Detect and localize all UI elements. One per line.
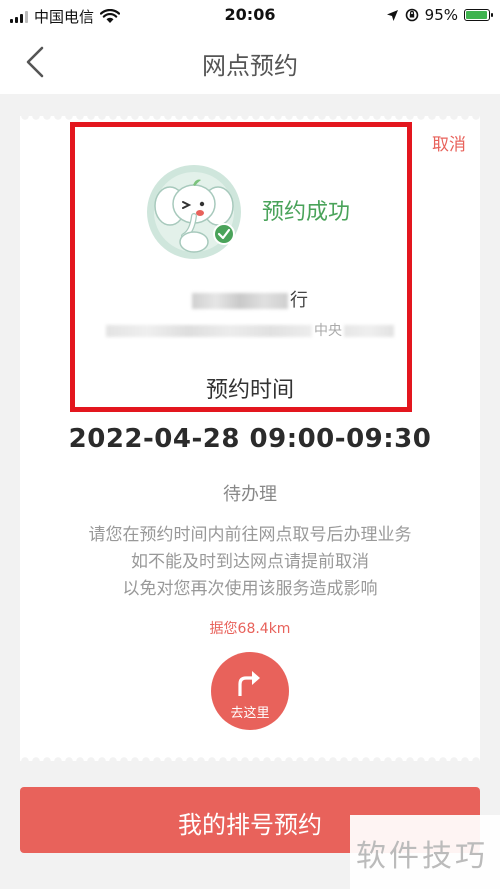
nav-header: 网点预约 [0, 30, 500, 94]
blurred-text [192, 293, 288, 309]
navigate-button-label: 去这里 [230, 706, 270, 721]
appointment-time-label: 预约时间 [205, 378, 294, 403]
location-arrow-icon [386, 9, 398, 21]
blurred-text [106, 325, 312, 337]
notice-line: 如不能及时到达网点请提前取消 [131, 552, 369, 572]
turn-right-arrow-icon [238, 671, 260, 696]
blurred-text [344, 325, 394, 337]
elephant-mascot-icon [147, 165, 241, 259]
appointment-card: 取消 预约成功 行 中央 预约时间 2022-04-28 09:00-09:30… [20, 112, 480, 765]
status-text: 待办理 [223, 484, 277, 505]
branch-name: 行 [20, 286, 480, 312]
success-text: 预约成功 [262, 200, 351, 225]
distance-text: 据您68.4km [209, 621, 291, 637]
status-bar-right: 95% [386, 6, 493, 24]
notice-text: 请您在预约时间内前往网点取号后办理业务 如不能及时到达网点请提前取消 以免对您再… [20, 522, 480, 603]
battery-percent: 95% [424, 6, 458, 24]
watermark: 软件技巧 [350, 815, 500, 889]
cancel-button[interactable]: 取消 [432, 130, 466, 155]
branch-name-suffix: 行 [290, 290, 308, 311]
address-fragment: 中央 [314, 323, 342, 339]
battery-icon [464, 9, 493, 21]
status-bar: 中国电信 20:06 95% [0, 0, 500, 30]
page-title: 网点预约 [202, 52, 298, 80]
notice-line: 以免对您再次使用该服务造成影响 [122, 579, 378, 599]
orientation-lock-icon [405, 8, 418, 22]
branch-address: 中央 [20, 320, 480, 340]
watermark-text: 软件技巧 [356, 839, 488, 874]
appointment-datetime: 2022-04-28 09:00-09:30 [68, 424, 432, 454]
notice-line: 请您在预约时间内前往网点取号后办理业务 [88, 525, 412, 545]
navigate-button[interactable]: 去这里 [211, 652, 289, 730]
